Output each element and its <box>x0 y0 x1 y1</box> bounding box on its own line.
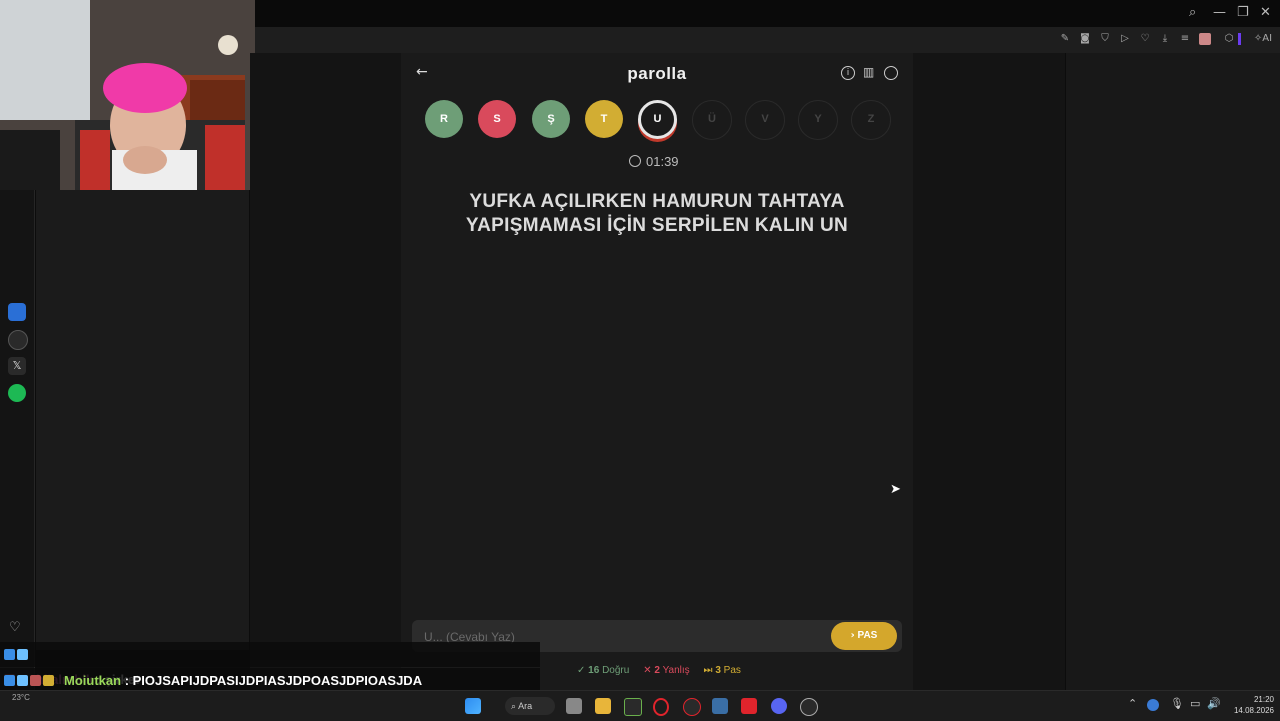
windows-start-icon[interactable] <box>465 698 481 714</box>
score-stats: ✓ 16 Doğru ✕ 2 Yanlış ⏭ 3 Pas <box>577 665 741 676</box>
letter-circle-1: S <box>478 100 516 138</box>
cross-icon: ✕ <box>643 665 652 676</box>
spotify-icon[interactable] <box>8 384 26 402</box>
pass-button[interactable]: › PAS <box>831 622 897 650</box>
question-line-1: YUFKA AÇILIRKEN HAMURUN TAHTAYA <box>469 191 845 212</box>
taskbar-search[interactable]: ⌕ Ara <box>505 697 555 715</box>
chat-badge-icon <box>4 649 15 660</box>
favorites-heart-icon[interactable]: ♡ <box>9 620 21 635</box>
maximize-button[interactable]: ❐ <box>1237 5 1249 20</box>
timer-value: 01:39 <box>646 154 679 169</box>
check-icon: ✓ <box>577 665 586 676</box>
download-icon[interactable]: ⤓ <box>1159 33 1171 45</box>
stats-chart-icon[interactable]: ▥ <box>863 65 874 79</box>
nvidia-icon[interactable] <box>624 698 642 716</box>
letter-circle-7: Y <box>798 100 838 140</box>
clock-date: 14.08.2026 <box>1233 706 1274 715</box>
clock-time: 21:20 <box>1253 695 1274 704</box>
whatsapp-icon[interactable] <box>8 330 28 350</box>
weather-temp: 23°C <box>12 693 30 702</box>
chat-badge-icon <box>30 675 41 686</box>
question-line-2: YAPIŞMAMASI İÇİN SERPİLEN KALIN UN <box>465 215 849 236</box>
wrong-label: Yanlış <box>662 665 690 676</box>
shield-icon[interactable]: ⛉ <box>1099 33 1111 45</box>
menu-icon[interactable]: ≡ <box>1179 33 1191 45</box>
clock[interactable]: 21:20 14.08.2026 <box>1222 694 1274 716</box>
volume-icon[interactable]: 🔊 <box>1207 697 1221 710</box>
chat-message-text: : PIOJSAPIJDPASIJDPIASJDPOASJDPIOASJDA <box>124 673 423 688</box>
search-label: Ara <box>518 701 533 711</box>
profile-avatar-icon[interactable] <box>1199 33 1211 45</box>
steam-icon[interactable] <box>800 698 818 716</box>
parolla-game-panel: ← parolla i ▥ <box>401 53 913 690</box>
letter-circle-8: Z <box>851 100 891 140</box>
profile-icon[interactable] <box>884 66 898 80</box>
tray-app-icon[interactable] <box>1147 699 1159 711</box>
search-icon[interactable]: ⌕ <box>1189 5 1196 20</box>
chat-username: Moiutkan <box>64 673 122 688</box>
chat-badge-icon <box>43 675 54 686</box>
task-view-icon[interactable] <box>566 698 582 714</box>
discord-icon[interactable] <box>771 698 787 714</box>
opera-gx-icon[interactable] <box>653 698 669 716</box>
page-title: parolla <box>627 64 687 83</box>
chevron-right-icon: › <box>850 630 855 641</box>
network-icon[interactable]: ▭ <box>1190 697 1200 710</box>
letter-circle-5: Ü <box>692 100 732 140</box>
file-explorer-icon[interactable] <box>595 698 611 714</box>
skip-icon: ⏭ <box>703 665 713 676</box>
info-icon[interactable]: i <box>841 66 855 80</box>
chat-badge-icon <box>4 675 15 686</box>
sidebar-indicator-icon <box>1238 33 1241 45</box>
x-twitter-icon[interactable]: 𝕏 <box>8 357 26 375</box>
wrong-count: 2 <box>654 665 660 676</box>
timer: 01:39 <box>629 154 679 169</box>
camera-icon[interactable]: ◙ <box>1079 33 1091 45</box>
extension-icon[interactable]: ⬡ <box>1223 33 1235 45</box>
browser-toolbar: ✎ ◙ ⛉ ▷ ♡ ⤓ ≡ ⬡ ✧AI <box>255 27 1280 53</box>
right-content-column <box>1066 53 1280 690</box>
right-gutter <box>913 53 1065 690</box>
shield-app-icon[interactable] <box>712 698 728 714</box>
chat-message: hilalrabik : şirket <box>0 642 540 687</box>
ai-icon[interactable]: ✧AI <box>1253 33 1273 45</box>
clock-icon <box>629 155 641 167</box>
correct-label: Doğru <box>602 665 630 676</box>
pass-count: 3 <box>715 665 721 676</box>
pass-label: Pas <box>723 665 741 676</box>
question-text: YUFKA AÇILIRKEN HAMURUN TAHTAYA YAPIŞMAM… <box>430 190 884 238</box>
letter-circle-2: Ş <box>532 100 570 138</box>
chat-badge-icon <box>17 675 28 686</box>
left-content-column <box>36 190 249 650</box>
heart-icon[interactable]: ♡ <box>1139 33 1151 45</box>
chat-badge-icon <box>17 649 28 660</box>
taskbar: 23°C ⌕ Ara ⌃ 🎙 ▭ 🔊 21:20 14.08.2026 <box>0 690 1280 721</box>
chevron-up-icon[interactable]: ⌃ <box>1128 697 1137 710</box>
left-gutter <box>250 53 401 690</box>
close-button[interactable]: ✕ <box>1260 5 1271 20</box>
wps-office-icon[interactable] <box>741 698 757 714</box>
microphone-icon[interactable]: 🎙 <box>1170 697 1184 710</box>
webcam-feed <box>0 0 255 190</box>
correct-count: 16 <box>588 665 600 676</box>
minimize-button[interactable]: — <box>1213 5 1226 20</box>
search-icon: ⌕ <box>511 702 517 712</box>
app-red-icon[interactable] <box>683 698 701 716</box>
letter-circle-0: R <box>425 100 463 138</box>
browser-sidebar: 𝕏 ♡ <box>0 190 35 690</box>
letter-circle-3: T <box>585 100 623 138</box>
play-icon[interactable]: ▷ <box>1119 33 1131 45</box>
webcam-overlay <box>0 0 255 190</box>
pass-button-label: PAS <box>857 630 878 641</box>
edit-icon[interactable]: ✎ <box>1059 33 1071 45</box>
mouse-cursor-icon: ➤ <box>890 482 901 497</box>
letter-circle-4: U <box>638 100 677 139</box>
letter-circle-6: V <box>745 100 785 140</box>
messenger-icon[interactable] <box>8 303 26 321</box>
